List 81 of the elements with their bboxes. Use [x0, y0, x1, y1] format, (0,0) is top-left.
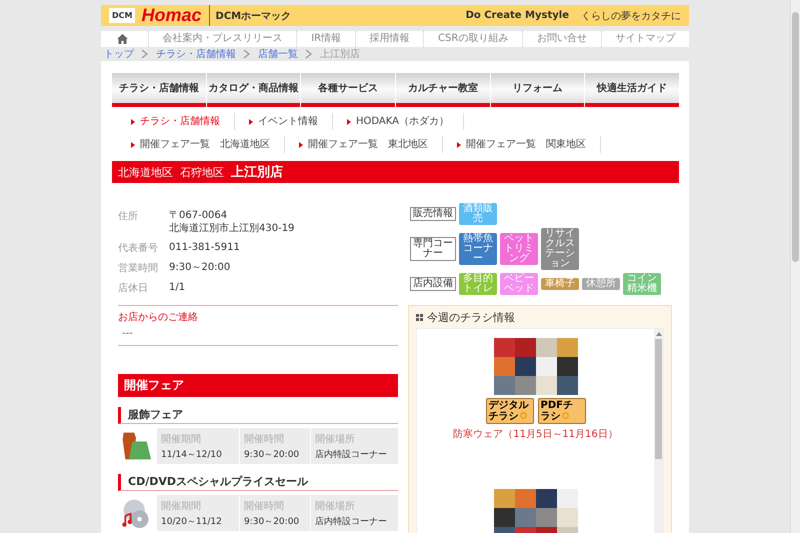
triangle-icon [131, 142, 135, 148]
info-value: 1/1 [169, 281, 186, 294]
info-label: 店休日 [118, 282, 149, 295]
circle-icon [520, 412, 526, 419]
service-tag: 熱帯魚コーナー [459, 233, 497, 265]
info-label: 代表番号 [118, 242, 159, 255]
triangle-icon [131, 118, 135, 124]
fair-title: CD/DVDスペシャルプライスセール [118, 474, 398, 491]
fair-detail-cell: 開催期間 10/20～11/12 [157, 495, 239, 531]
triangle-icon [347, 118, 351, 124]
flyer-button[interactable]: PDFチラシ [538, 398, 586, 424]
scroll-up-icon[interactable] [656, 332, 662, 336]
subnav-link[interactable]: チラシ・店舗情報 [131, 113, 235, 130]
category-label: 専門コーナー [410, 237, 456, 261]
service-tag: コイン精米機 [623, 273, 661, 295]
store-name: 上江別店 [231, 164, 283, 181]
service-tag: 多目的トイレ [459, 273, 497, 295]
section-heading: 開催フェア [118, 374, 398, 397]
grid-icon [416, 314, 423, 320]
triangle-icon [457, 142, 461, 148]
service-tag: 休憩所 [582, 278, 620, 290]
info-value: 011-381-5911 [169, 241, 240, 254]
service-tag: リサイクルステーション [541, 228, 579, 270]
nav-link[interactable]: 会社案内・プレスリリース [148, 31, 296, 47]
circle-icon [562, 412, 568, 419]
slogan: Do Create Mystyle [466, 10, 569, 21]
fair-detail-cell: 開催場所 店内特設コーナー [311, 495, 398, 531]
nav-link[interactable]: CSRの取り組み [423, 31, 522, 47]
page-scrollbar[interactable] [790, 0, 800, 533]
service-tag: 車椅子 [541, 278, 579, 290]
fair-detail-cell: 開催時間 9:30～20:00 [240, 495, 310, 531]
nav-link[interactable]: サイトマップ [600, 31, 689, 47]
menu-tab[interactable]: 各種サービス [301, 73, 396, 107]
notice-text: --- [121, 328, 134, 339]
area-label: 北海道地区 [118, 164, 173, 180]
fair-title: 服飾フェア [118, 407, 398, 424]
menu-tab[interactable]: カルチャー教室 [396, 73, 490, 107]
home-icon[interactable] [117, 34, 128, 44]
logo-text: DCM [109, 8, 136, 23]
subnav-link[interactable]: イベント情報 [249, 113, 333, 130]
fair-detail-cell: 開催場所 店内特設コーナー [311, 428, 398, 464]
breadcrumb-current: 上江別店 [320, 48, 360, 61]
logo-text: Homac [141, 5, 210, 26]
chevron-icon [141, 49, 149, 59]
info-value: 北海道江別市上江別430-19 [169, 222, 294, 235]
menu-tab[interactable]: リフォーム [490, 73, 584, 107]
notice-title: お店からのご連絡 [118, 310, 199, 324]
subnav-link[interactable]: 開催フェア一覧 北海道地区 [131, 136, 285, 153]
triangle-icon [299, 142, 303, 148]
chevron-icon [243, 49, 251, 59]
subnav-link[interactable]: 開催フェア一覧 関東地区 [457, 136, 601, 153]
triangle-icon [249, 118, 253, 124]
info-value: 〒067-0064 [169, 209, 228, 222]
info-label: 営業時間 [118, 262, 159, 275]
nav-link[interactable]: 採用情報 [354, 31, 424, 47]
service-tag: 酒類販売 [459, 203, 497, 225]
breadcrumb-link[interactable]: トップ [104, 47, 134, 61]
flyer-button[interactable]: デジタルチラシ [486, 398, 534, 424]
area-label: 石狩地区 [180, 164, 224, 180]
tagline: くらしの夢をカタチに [581, 10, 681, 22]
info-value: 9:30～20:00 [169, 261, 230, 274]
chevron-icon [305, 49, 313, 59]
breadcrumb-link[interactable]: 店舗一覧 [258, 47, 298, 61]
nav-link[interactable]: IR情報 [296, 31, 355, 47]
subnav-link[interactable]: HODAKA（ホダカ） [347, 113, 464, 130]
info-label: 住所 [118, 210, 139, 224]
nav-link[interactable]: お問い合せ [522, 31, 601, 47]
service-tag: ベビーベッド [500, 273, 538, 295]
menu-tab[interactable]: チラシ・店舗情報 [112, 73, 206, 107]
flyer-link[interactable]: 防寒ウェア（11月5日～11月16日） [453, 427, 618, 441]
subnav-link[interactable]: 開催フェア一覧 東北地区 [299, 136, 443, 153]
panel-title: 今週のチラシ情報 [427, 310, 515, 324]
menu-tab[interactable]: 快適生活ガイド [585, 73, 680, 107]
logo-subtext: DCMホーマック [216, 10, 292, 22]
category-label: 販売情報 [410, 207, 456, 221]
breadcrumb-link[interactable]: チラシ・店舗情報 [156, 47, 236, 61]
service-tag: ペットトリミング [500, 233, 538, 265]
fair-detail-cell: 開催時間 9:30～20:00 [240, 428, 310, 464]
category-label: 店内設備 [410, 277, 456, 291]
menu-tab[interactable]: カタログ・商品情報 [206, 73, 300, 107]
fair-detail-cell: 開催期間 11/14～12/10 [157, 428, 239, 464]
